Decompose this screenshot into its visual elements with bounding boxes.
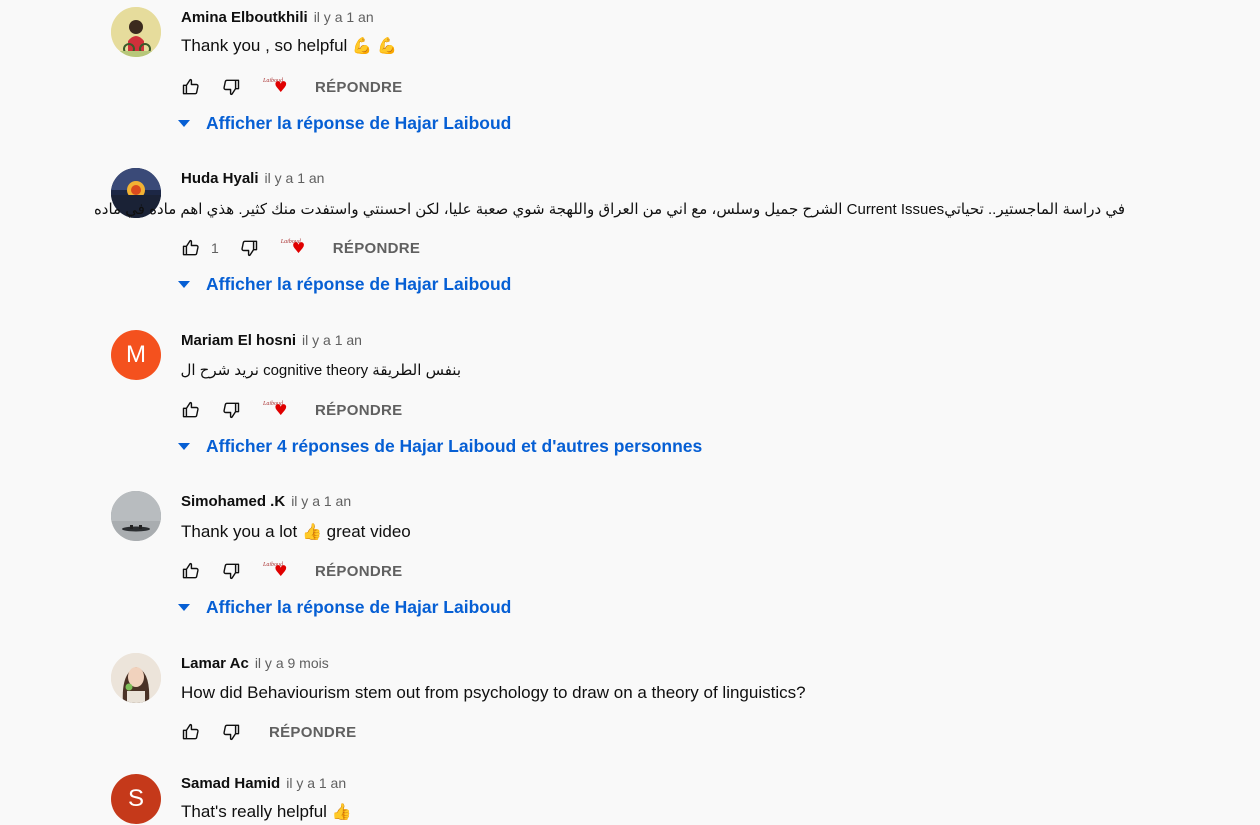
comment-header: Huda Hyali il y a 1 an [181, 170, 324, 190]
show-replies-button[interactable]: Afficher la réponse de Hajar Laiboud [178, 113, 511, 134]
thumbs-up-icon[interactable] [181, 238, 201, 258]
avatar[interactable] [111, 7, 161, 57]
comment-timestamp[interactable]: il y a 1 an [302, 332, 362, 348]
comment-body-continued: great video [326, 522, 411, 541]
comment-actions: 1 Laiboud ♥ RÉPONDRE [181, 236, 420, 260]
creator-heart-icon: Laiboud ♥ [263, 399, 289, 421]
heart-icon: ♥ [274, 562, 288, 580]
avatar-letter: S [127, 785, 144, 812]
avatar[interactable]: M [111, 330, 161, 380]
avatar-image [111, 653, 161, 703]
thumbs-up-icon[interactable] [181, 722, 201, 742]
show-replies-label: Afficher 4 réponses de Hajar Laiboud et … [206, 436, 703, 456]
comment-actions: RÉPONDRE [181, 720, 356, 744]
avatar-image [111, 491, 161, 541]
thumbs-up-icon[interactable] [181, 561, 201, 581]
creator-heart-icon: Laiboud ♥ [263, 560, 289, 582]
comment-header: Lamar Ac il y a 9 mois [181, 655, 329, 675]
flexed-biceps-emoji: 💪 💪 [352, 36, 397, 55]
author-name[interactable]: Huda Hyali [181, 170, 259, 187]
comment-text: بنفس الطريقة cognitive theory نريد شرح ا… [180, 362, 461, 379]
avatar[interactable]: S [111, 774, 161, 824]
comment-header: Simohamed .K il y a 1 an [181, 493, 351, 513]
heart-icon: ♥ [274, 401, 288, 419]
comment-timestamp[interactable]: il y a 1 an [265, 170, 325, 186]
comment-timestamp[interactable]: il y a 1 an [291, 493, 351, 509]
avatar[interactable] [111, 653, 161, 703]
comment-header: Samad Hamid il y a 1 an [181, 775, 346, 795]
show-replies-label: Afficher la réponse de Hajar Laiboud [206, 597, 512, 617]
like-count: 1 [211, 240, 219, 256]
author-name[interactable]: Samad Hamid [181, 775, 280, 792]
avatar[interactable] [111, 491, 161, 541]
comment-actions: Laiboud ♥ RÉPONDRE [181, 398, 402, 422]
comment-header: Amina Elboutkhili il y a 1 an [181, 9, 374, 29]
comment-actions: Laiboud ♥ RÉPONDRE [181, 75, 402, 99]
author-name[interactable]: Amina Elboutkhili [181, 9, 308, 26]
reply-button[interactable]: RÉPONDRE [315, 563, 402, 580]
thumbs-up-emoji: 👍 [301, 522, 322, 541]
show-replies-label: Afficher la réponse de Hajar Laiboud [206, 274, 512, 294]
heart-icon: ♥ [291, 239, 306, 257]
thumbs-up-emoji: 👍 [331, 802, 352, 821]
creator-heart-icon: Laiboud ♥ [263, 76, 289, 98]
comment-text: في دراسة الماجستير.. تحياتيCurrent Issue… [93, 201, 1125, 218]
avatar-letter: M [126, 341, 146, 368]
show-replies-button[interactable]: Afficher la réponse de Hajar Laiboud [178, 597, 511, 618]
comment-timestamp[interactable]: il y a 1 an [314, 9, 374, 25]
caret-down-icon [178, 604, 190, 611]
thumbs-down-icon[interactable] [221, 400, 241, 420]
comment-timestamp[interactable]: il y a 9 mois [255, 655, 329, 671]
comment-body: Thank you , so helpful [181, 36, 348, 55]
comment-timestamp[interactable]: il y a 1 an [286, 775, 346, 791]
reply-button[interactable]: RÉPONDRE [269, 724, 356, 741]
reply-button[interactable]: RÉPONDRE [315, 79, 402, 96]
creator-heart-icon: Laiboud ♥ [281, 237, 307, 259]
comment-text: Thank you , so helpful 💪 💪 [181, 36, 397, 56]
author-name[interactable]: Mariam El hosni [181, 332, 296, 349]
caret-down-icon [178, 281, 190, 288]
comment-actions: Laiboud ♥ RÉPONDRE [181, 559, 402, 583]
caret-down-icon [178, 443, 190, 450]
thumbs-down-icon[interactable] [221, 77, 241, 97]
heart-icon: ♥ [274, 78, 288, 96]
author-name[interactable]: Simohamed .K [181, 493, 285, 510]
comment-body: That's really helpful [181, 802, 327, 821]
thumbs-down-icon[interactable] [239, 238, 259, 258]
comment-header: Mariam El hosni il y a 1 an [181, 332, 362, 352]
show-replies-label: Afficher la réponse de Hajar Laiboud [206, 113, 512, 133]
thumbs-down-icon[interactable] [221, 722, 241, 742]
comment-body: Thank you a lot [181, 522, 298, 541]
thumbs-down-icon[interactable] [221, 561, 241, 581]
avatar-image [111, 7, 161, 57]
show-replies-button[interactable]: Afficher la réponse de Hajar Laiboud [178, 274, 511, 295]
comment-text: That's really helpful 👍 [181, 802, 352, 822]
thumbs-up-icon[interactable] [181, 400, 201, 420]
comment-text: Thank you a lot 👍 great video [181, 522, 411, 542]
thumbs-up-icon[interactable] [181, 77, 201, 97]
reply-button[interactable]: RÉPONDRE [333, 240, 420, 257]
reply-button[interactable]: RÉPONDRE [315, 402, 402, 419]
author-name[interactable]: Lamar Ac [181, 655, 249, 672]
show-replies-button[interactable]: Afficher 4 réponses de Hajar Laiboud et … [178, 436, 702, 457]
caret-down-icon [178, 120, 190, 127]
comment-text: How did Behaviourism stem out from psych… [181, 683, 806, 702]
